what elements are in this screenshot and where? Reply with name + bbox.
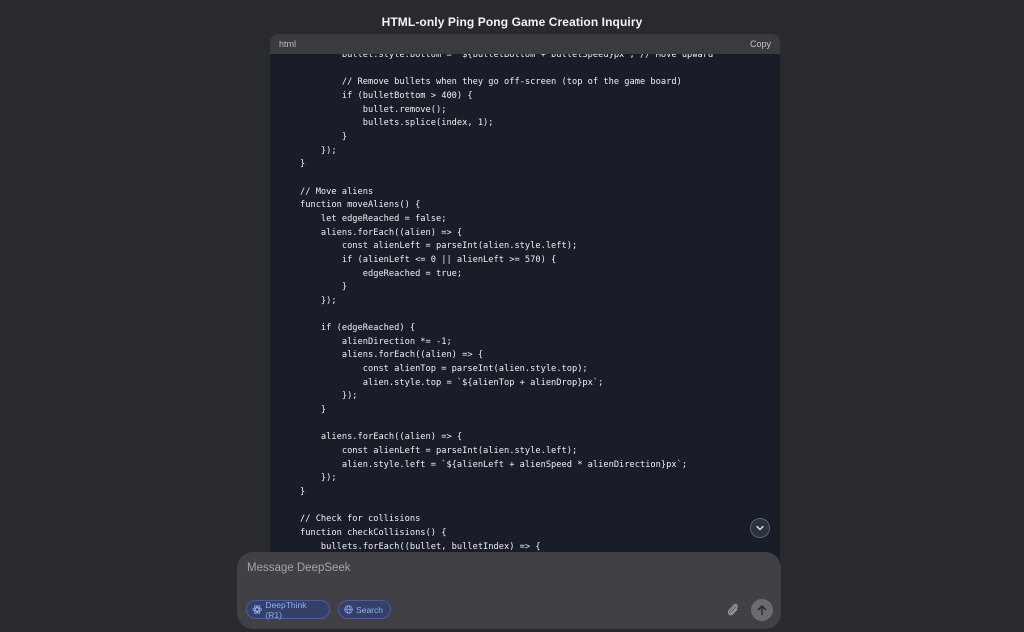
deepthink-label: DeepThink (R1)	[265, 599, 307, 620]
code-line: });	[300, 145, 337, 156]
code-line: }	[300, 487, 306, 497]
code-line: if (edgeReached) {	[300, 323, 416, 334]
code-line: function checkCollisions() {	[300, 527, 447, 538]
code-line: aliens.forEach((alien) => {	[300, 227, 463, 238]
code-line: const alienLeft = parseInt(alien.style.l…	[300, 241, 578, 252]
message-input[interactable]: Message DeepSeek	[247, 562, 687, 578]
code-line: if (bulletBottom > 400) {	[300, 90, 473, 101]
code-block-header: html Copy	[270, 34, 780, 54]
code-line: alien.style.top = `${alienTop + alienDro…	[300, 377, 604, 388]
code-line: // Move aliens	[300, 186, 374, 197]
chat-app: HTML-only Ping Pong Game Creation Inquir…	[0, 0, 1024, 632]
code-line: function moveAliens() {	[300, 200, 421, 211]
code-line: }	[300, 159, 306, 170]
code-line: if (alienLeft <= 0 || alienLeft >= 570) …	[300, 254, 557, 265]
code-line: }	[300, 282, 348, 293]
code-language-label: html	[279, 39, 297, 49]
code-lines: bullet.style.bottom = `${bulletBottom + …	[300, 54, 713, 568]
search-label: Search	[356, 604, 383, 615]
code-line: alienDirection *= -1;	[300, 336, 452, 347]
code-line: bullets.splice(index, 1);	[300, 118, 494, 129]
code-line: alien.style.left = `${alienLeft + alienS…	[300, 459, 688, 470]
code-line: // Remove bullets when they go off-scree…	[300, 77, 682, 88]
code-line: bullet.remove();	[300, 104, 447, 115]
paperclip-icon[interactable]	[726, 601, 740, 619]
chevron-down-icon	[756, 525, 764, 531]
atom-icon	[252, 605, 262, 614]
code-line: aliens.forEach((alien) => {	[300, 350, 484, 361]
code-line: const alienLeft = parseInt(alien.style.l…	[300, 446, 578, 457]
code-line: const alienTop = parseInt(alien.style.to…	[300, 364, 588, 375]
message-composer: Message DeepSeek DeepThink (R1) Search	[237, 552, 781, 629]
send-button[interactable]	[751, 599, 773, 621]
code-line: aliens.forEach((alien) => {	[300, 432, 463, 443]
deepthink-toggle[interactable]: DeepThink (R1)	[246, 599, 330, 620]
code-block: html Copy bullet.style.bottom = `${bulle…	[270, 34, 780, 594]
arrow-up-icon	[757, 605, 767, 616]
code-line: bullet.style.bottom = `${bulletBottom + …	[300, 54, 714, 60]
code-line: }	[300, 405, 327, 416]
code-line: });	[300, 391, 358, 402]
search-toggle[interactable]: Search	[338, 600, 391, 619]
code-body[interactable]: bullet.style.bottom = `${bulletBottom + …	[270, 54, 780, 594]
code-line: // Check for collisions	[300, 514, 421, 525]
code-line: });	[300, 473, 337, 484]
scroll-to-bottom-button[interactable]	[750, 518, 770, 538]
code-line: edgeReached = true;	[300, 268, 463, 279]
conversation-title: HTML-only Ping Pong Game Creation Inquir…	[381, 15, 643, 29]
globe-icon	[344, 605, 353, 614]
copy-button[interactable]: Copy	[750, 39, 771, 49]
code-line: }	[300, 131, 348, 142]
code-line: });	[300, 295, 337, 306]
code-line: let edgeReached = false;	[300, 213, 447, 224]
